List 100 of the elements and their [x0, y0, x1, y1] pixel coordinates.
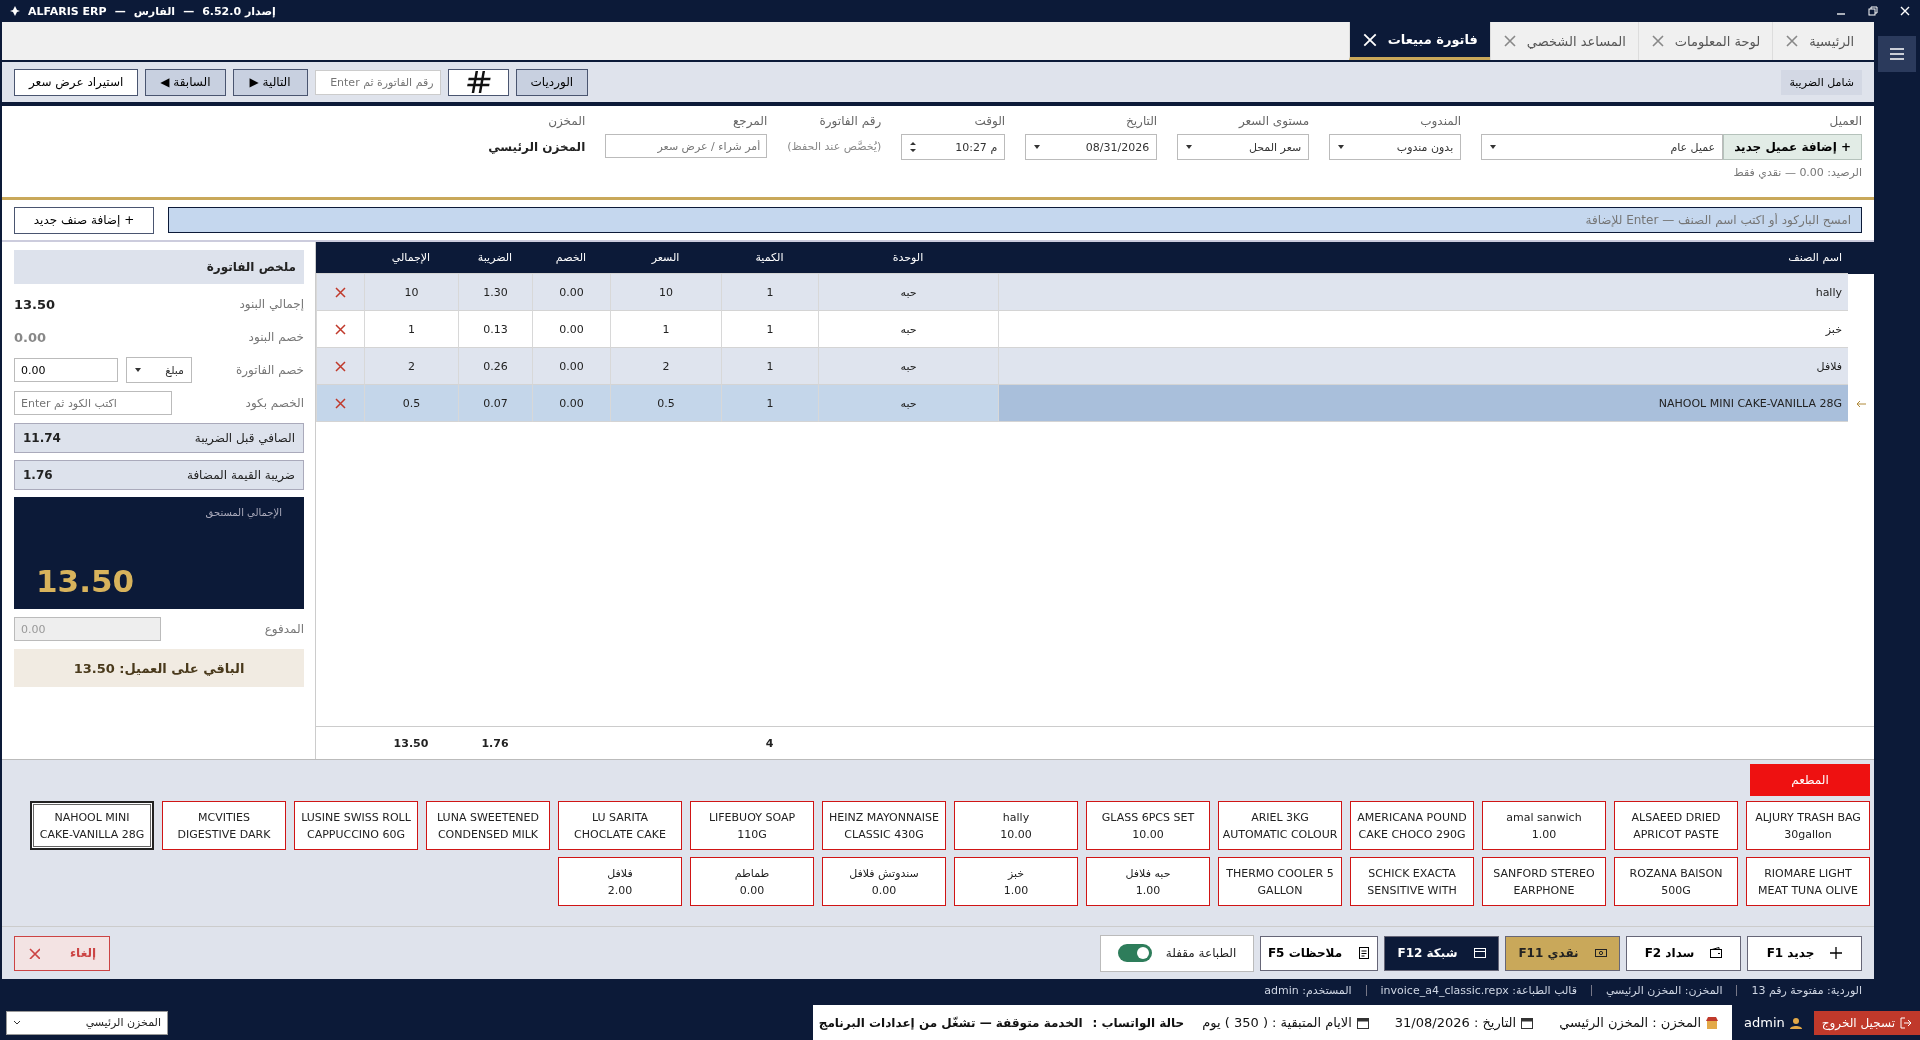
- action-button[interactable]: سداد F2: [1626, 935, 1741, 971]
- action-button[interactable]: ملاحظات F5: [1260, 935, 1378, 971]
- field-label: الوقت: [973, 114, 1006, 128]
- table-cell: 0.00: [532, 348, 610, 385]
- next-button[interactable]: التالية ▶: [232, 68, 308, 96]
- logout-button[interactable]: تسجيل الخروج: [1813, 1010, 1920, 1035]
- table-cell: 1: [721, 274, 818, 311]
- previous-button[interactable]: السابقة ◀: [145, 68, 226, 96]
- note-icon: [1358, 947, 1371, 959]
- tab[interactable]: فاتورة مبيعات: [1348, 22, 1490, 60]
- product-button[interactable]: LUNA SWEETENED CONDENSED MILK: [426, 801, 550, 850]
- table-cell: 10: [610, 274, 721, 311]
- product-button[interactable]: ALJURY TRASH BAG 30gallon: [1746, 801, 1870, 850]
- table-cell: 0.07: [458, 385, 532, 422]
- logo-button[interactable]: [447, 68, 509, 96]
- table-cell: NAHOOL MINI CAKE-VANILLA 28G: [998, 385, 1848, 422]
- delete-icon[interactable]: [335, 323, 346, 335]
- product-button[interactable]: SANFORD STEREO EARPHONE: [1482, 857, 1606, 906]
- invoice-number-field[interactable]: رقم الفاتورة ثم Enter: [314, 69, 441, 95]
- warehouse-text: المخزن الرئيسي: [488, 139, 586, 156]
- action-button[interactable]: شبكة F12: [1384, 935, 1499, 971]
- product-button[interactable]: ARIEL 3KG AUTOMATIC COLOUR: [1218, 801, 1342, 850]
- product-button[interactable]: LIFEBUOY SOAP 110G: [690, 801, 814, 850]
- remaining-balance: الباقي على العميل: 13.50: [14, 649, 304, 687]
- dropdown[interactable]: سعر المحل: [1177, 134, 1310, 160]
- calendar-icon: [1356, 1016, 1369, 1029]
- delete-icon[interactable]: [335, 360, 346, 372]
- discount-type-select[interactable]: مبلغ: [126, 357, 192, 383]
- table-cell: hally: [998, 274, 1848, 311]
- time-field[interactable]: 10:27 م: [901, 134, 1006, 160]
- product-button[interactable]: ALSAEED DRIED APRICOT PASTE: [1614, 801, 1738, 850]
- import-quote-button[interactable]: استيراد عرض سعر: [14, 68, 139, 96]
- category-button[interactable]: المطعم: [1750, 764, 1870, 796]
- discount-field[interactable]: 0.00: [14, 358, 118, 382]
- product-button[interactable]: NAHOOL MINI CAKE-VANILLA 28G: [30, 801, 154, 850]
- table-cell: 2: [610, 348, 721, 385]
- shifts-button[interactable]: الورديات: [515, 68, 589, 96]
- summary-value: 1.76: [23, 468, 53, 482]
- product-button[interactable]: MCVITIES DIGESTIVE DARK: [162, 801, 286, 850]
- whatsapp-label: حالة الواتساب :: [1092, 1015, 1185, 1030]
- arrow-left-icon: [1855, 399, 1867, 408]
- tax-inclusive-button[interactable]: شامل الضريبة: [1781, 69, 1862, 95]
- table-cell: 2: [364, 348, 458, 385]
- dropdown[interactable]: 08/31/2026: [1025, 134, 1158, 160]
- whatsapp-status: الخدمة متوقفة — تشغّل من إعدادات البرنامج: [818, 1015, 1083, 1030]
- calendar-icon: [1521, 1016, 1534, 1029]
- wallet-icon: [1710, 947, 1723, 959]
- product-button[interactable]: ROZANA BAISON 500G: [1614, 857, 1738, 906]
- summary-value: 11.74: [23, 431, 61, 445]
- summary-label: إجمالي البنود: [238, 297, 304, 311]
- product-button[interactable]: SCHICK EXACTA SENSITIVE WITH: [1350, 857, 1474, 906]
- summary-label: الخصم بكود: [244, 396, 304, 410]
- total-cell-text: 13.50: [392, 735, 430, 752]
- cash-icon: [1594, 947, 1607, 959]
- product-button[interactable]: GLASS 6PCS SET 10.00: [1086, 801, 1210, 850]
- add-customer-button[interactable]: + إضافة عميل جديد: [1723, 134, 1862, 160]
- invoice-number-text: (يُخصَّص عند الحفظ): [787, 139, 882, 155]
- table-cell: فلافل: [998, 348, 1848, 385]
- action-button[interactable]: جديد F1: [1747, 935, 1862, 971]
- menu-icon: [1890, 48, 1904, 60]
- menu-button[interactable]: [1878, 36, 1916, 72]
- product-button[interactable]: hally 10.00: [954, 801, 1078, 850]
- store-icon: [1706, 1016, 1719, 1029]
- balance-text: الرصيد: 0.00 — نقدي فقط: [1732, 166, 1862, 179]
- restore-icon[interactable]: [1868, 6, 1878, 16]
- customer-select[interactable]: عميل عام: [1481, 134, 1724, 160]
- warehouse-select[interactable]: المخزن الرئيسي: [6, 1010, 168, 1035]
- table-cell: حبه: [818, 274, 998, 311]
- product-button[interactable]: HEINZ MAYONNAISE CLASSIC 430G: [822, 801, 946, 850]
- product-button[interactable]: LUSINE SWISS ROLL CAPPUCCINO 60G: [294, 801, 418, 850]
- table-cell: 1: [721, 348, 818, 385]
- summary-value: 13.50: [14, 296, 56, 312]
- print-toggle[interactable]: الطباعة مقفلة: [1100, 934, 1254, 972]
- product-button[interactable]: RIOMARE LIGHT MEAT TUNA OLIVE: [1746, 857, 1870, 906]
- field-label: التاريخ: [1125, 114, 1158, 128]
- delete-icon[interactable]: [335, 286, 346, 298]
- add-item-button[interactable]: + إضافة صنف جديد: [14, 206, 154, 234]
- close-icon[interactable]: [1361, 31, 1378, 48]
- status-text: الوردية: مفتوحة رقم 13: [1751, 983, 1862, 997]
- close-icon[interactable]: [1900, 6, 1910, 16]
- dropdown[interactable]: بدون مندوب: [1329, 134, 1462, 160]
- coupon-code-field[interactable]: اكتب الكود ثم Enter: [14, 391, 172, 415]
- action-button[interactable]: نقدي F11: [1505, 935, 1620, 971]
- window-title: إصدار 6.52.0: [202, 4, 276, 18]
- product-button[interactable]: amal sanwich 1.00: [1482, 801, 1606, 850]
- table-cell: 1: [721, 385, 818, 422]
- app-logo-icon: [10, 6, 20, 16]
- product-button[interactable]: LU SARITA CHOCLATE CAKE: [558, 801, 682, 850]
- summary-title: ملخص الفاتورة: [14, 250, 304, 284]
- summary-label: خصم البنود: [247, 330, 304, 344]
- table-cell: 10: [364, 274, 458, 311]
- caret-icon: [1033, 143, 1042, 151]
- product-button[interactable]: AMERICANA POUND CAKE CHOCO 290G: [1350, 801, 1474, 850]
- window-title: —: [183, 4, 195, 18]
- summary-label: الصافي قبل الضريبة: [194, 431, 295, 445]
- delete-icon[interactable]: [335, 397, 346, 409]
- caret-icon: [134, 366, 142, 374]
- cancel-button[interactable]: إلغاء: [14, 935, 110, 971]
- product-button[interactable]: THERMO COOLER 5 GALLON: [1218, 857, 1342, 906]
- field-label: مستوى السعر: [1237, 114, 1310, 128]
